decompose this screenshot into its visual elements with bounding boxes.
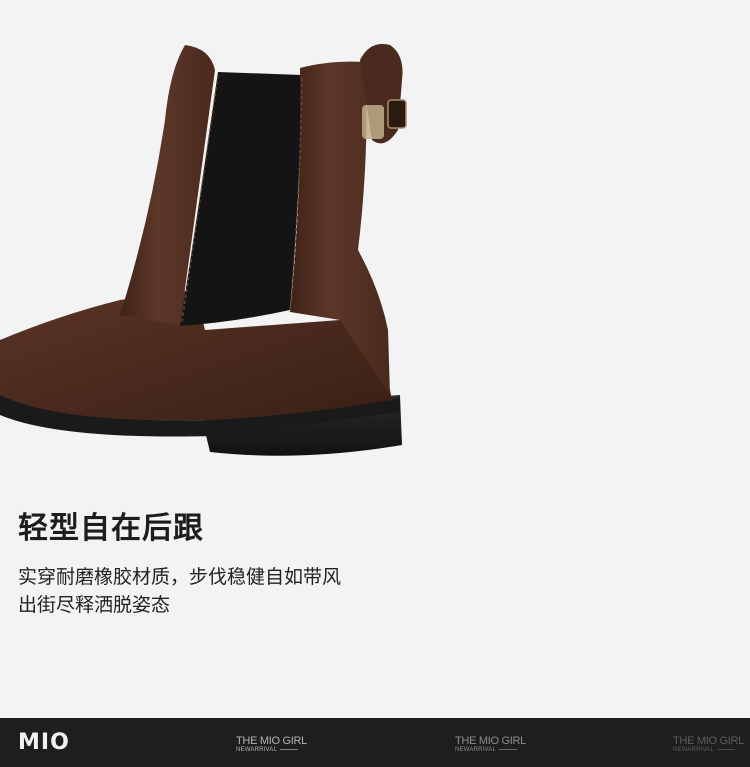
watermark: THE MIO GIRL NEWARRIVAL (673, 736, 750, 754)
product-image (0, 0, 750, 480)
watermark: THE MIO GIRL NEWARRIVAL (236, 736, 316, 754)
watermark: THE MIO GIRL NEWARRIVAL (455, 736, 535, 754)
watermark-title: THE MIO GIRL (455, 735, 526, 747)
description-line: 出街尽释洒脱姿态 (18, 594, 171, 616)
watermark-subtitle: NEWARRIVAL (455, 747, 497, 753)
watermark-title: THE MIO GIRL (236, 735, 307, 747)
watermark-subtitle: NEWARRIVAL (236, 747, 278, 753)
watermark-title: THE MIO GIRL (673, 735, 744, 747)
watermark-subtitle: NEWARRIVAL (673, 747, 715, 753)
boot-illustration (0, 44, 407, 456)
charm-logo (387, 99, 407, 129)
description-line: 实穿耐磨橡胶材质，步伐稳健自如带风 (18, 566, 342, 588)
metal-charm (362, 105, 384, 139)
feature-headline: 轻型自在后跟 (18, 511, 204, 546)
feature-description: 实穿耐磨橡胶材质，步伐稳健自如带风 出街尽释洒脱姿态 (18, 563, 438, 619)
brand-footer: MIO THE MIO GIRL NEWARRIVAL THE MIO GIRL… (0, 718, 750, 767)
brand-logo: MIO (18, 730, 70, 755)
